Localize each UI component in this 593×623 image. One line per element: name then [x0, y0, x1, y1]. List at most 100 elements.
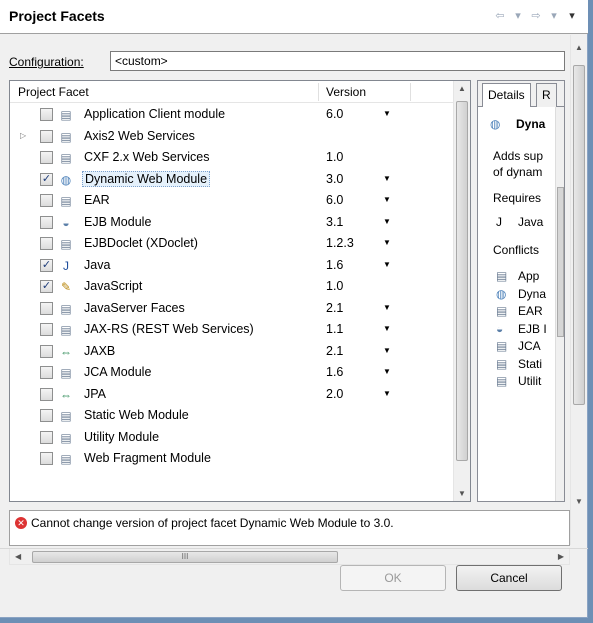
configuration-combo[interactable]: <custom>	[110, 51, 565, 71]
expand-arrow-icon[interactable]: ▷	[20, 131, 26, 140]
facet-version[interactable]: 3.0	[326, 172, 343, 186]
facets-table: Project Facet Version ▤ Application Clien…	[9, 80, 471, 502]
version-dropdown-icon[interactable]: ▼	[383, 324, 391, 333]
details-vertical-scrollbar[interactable]	[555, 107, 564, 501]
facet-checkbox[interactable]	[40, 194, 53, 207]
back-arrow-icon[interactable]: ⇦	[492, 9, 508, 23]
requires-item: Java	[518, 215, 544, 229]
facet-checkbox[interactable]	[40, 344, 53, 358]
version-dropdown-icon[interactable]: ▼	[383, 346, 391, 355]
table-row[interactable]: ▤ Application Client module 6.0 ▼	[10, 104, 455, 126]
table-row[interactable]: ▤ JAX-RS (REST Web Services) 1.1 ▼	[10, 319, 455, 341]
facet-checkbox[interactable]	[40, 151, 53, 164]
arrows-icon: ⇔	[60, 344, 72, 359]
error-message-text: Cannot change version of project facet D…	[31, 516, 394, 530]
table-row[interactable]: ▤ JavaServer Faces 2.1 ▼	[10, 298, 455, 320]
forward-arrow-icon[interactable]: ⇨	[528, 9, 544, 23]
version-dropdown-icon[interactable]: ▼	[383, 174, 391, 183]
facet-version[interactable]: 2.0	[326, 387, 343, 401]
forward-dropdown-icon[interactable]: ▾	[546, 9, 562, 23]
facet-checkbox[interactable]	[40, 237, 53, 250]
configuration-label-text: Configuration:	[9, 55, 84, 69]
facet-checkbox[interactable]	[40, 108, 53, 121]
conflict-item: EAR	[518, 304, 543, 318]
version-dropdown-icon[interactable]: ▼	[383, 367, 391, 376]
ok-button[interactable]: OK	[340, 565, 446, 591]
conflict-item: JCA	[518, 339, 541, 353]
facet-version[interactable]: 6.0	[326, 193, 343, 207]
facet-checkbox[interactable]	[40, 430, 53, 444]
cancel-button[interactable]: Cancel	[456, 565, 562, 591]
version-dropdown-icon[interactable]: ▼	[383, 260, 391, 269]
facet-version[interactable]: 3.1	[326, 215, 343, 229]
table-row[interactable]: ◒ EJB Module 3.1 ▼	[10, 212, 455, 234]
table-row[interactable]: ▤ EAR 6.0 ▼	[10, 190, 455, 212]
facets-content: Configuration: <custom> Project Facet Ve…	[0, 35, 570, 575]
table-row[interactable]: ▤ Utility Module	[10, 427, 455, 449]
facet-checkbox[interactable]	[40, 323, 53, 336]
facet-checkbox[interactable]	[40, 129, 53, 143]
column-divider[interactable]	[318, 83, 319, 101]
tab-runtimes[interactable]: R	[536, 83, 557, 107]
table-row[interactable]: ✓ ◍ Dynamic Web Module 3.0 ▼	[10, 169, 455, 191]
table-row[interactable]: ✓ ✎ JavaScript 1.0	[10, 276, 455, 298]
column-header-facet[interactable]: Project Facet	[18, 85, 89, 99]
table-row[interactable]: ✓ J Java 1.6 ▼	[10, 255, 455, 277]
table-row[interactable]: ▤ Static Web Module	[10, 405, 455, 427]
table-row[interactable]: ⇔ JAXB 2.1 ▼	[10, 341, 455, 363]
facet-checkbox[interactable]	[40, 409, 53, 422]
tab-details[interactable]: Details	[482, 83, 531, 107]
table-row[interactable]: ▤ EJBDoclet (XDoclet) 1.2.3 ▼	[10, 233, 455, 255]
facet-checkbox[interactable]: ✓	[40, 258, 53, 272]
back-dropdown-icon[interactable]: ▾	[510, 9, 526, 23]
table-vertical-scrollbar[interactable]: ▲ ▼	[453, 81, 470, 501]
facet-checkbox[interactable]: ✓	[40, 280, 53, 293]
version-dropdown-icon[interactable]: ▼	[383, 389, 391, 398]
facet-version[interactable]: 1.0	[326, 279, 343, 293]
scroll-up-icon[interactable]: ▲	[458, 84, 466, 93]
facet-checkbox[interactable]	[40, 366, 53, 379]
facet-name: JAX-RS (REST Web Services)	[84, 322, 254, 336]
page-scroll-down-icon[interactable]: ▼	[575, 497, 583, 506]
facet-checkbox[interactable]	[40, 387, 53, 401]
version-dropdown-icon[interactable]: ▼	[383, 217, 391, 226]
column-divider[interactable]	[410, 83, 411, 101]
facet-checkbox[interactable]	[40, 452, 53, 465]
version-dropdown-icon[interactable]: ▼	[383, 195, 391, 204]
facet-version[interactable]: 2.1	[326, 344, 343, 358]
scroll-down-icon[interactable]: ▼	[458, 489, 466, 498]
facet-checkbox[interactable]	[40, 301, 53, 315]
facet-version[interactable]: 1.6	[326, 258, 343, 272]
version-dropdown-icon[interactable]: ▼	[383, 109, 391, 118]
conflict-item: Dyna	[518, 286, 547, 301]
conflict-item: App	[518, 269, 540, 283]
facet-name: EJB Module	[84, 214, 152, 229]
scroll-thumb[interactable]	[456, 101, 468, 461]
table-row[interactable]: ▤ Web Fragment Module	[10, 448, 455, 470]
table-row[interactable]: ▤ CXF 2.x Web Services 1.0	[10, 147, 455, 169]
version-dropdown-icon[interactable]: ▼	[383, 238, 391, 247]
facet-version[interactable]: 1.0	[326, 150, 343, 164]
facet-version[interactable]: 1.2.3	[326, 236, 354, 250]
details-scroll-thumb[interactable]	[557, 187, 564, 337]
facet-version[interactable]: 1.1	[326, 322, 343, 336]
facet-name: Application Client module	[84, 107, 226, 121]
globe-icon: ◍	[496, 286, 507, 301]
facet-version[interactable]: 6.0	[326, 107, 343, 121]
version-dropdown-icon[interactable]: ▼	[383, 303, 391, 312]
table-row[interactable]: ⇔ JPA 2.0 ▼	[10, 384, 455, 406]
facet-version[interactable]: 1.6	[326, 365, 343, 379]
facet-checkbox[interactable]: ✓	[40, 172, 53, 186]
column-header-version[interactable]: Version	[326, 85, 366, 99]
table-row[interactable]: ▷ ▤ Axis2 Web Services	[10, 126, 455, 148]
view-menu-icon[interactable]: ▾	[564, 9, 580, 23]
page-scroll-thumb[interactable]	[573, 65, 585, 405]
facet-version[interactable]: 2.1	[326, 301, 343, 315]
page-scroll-up-icon[interactable]: ▲	[575, 43, 583, 52]
details-heading: Dyna	[516, 117, 546, 131]
facet-name: JavaScript	[84, 279, 143, 293]
table-row[interactable]: ▤ JCA Module 1.6 ▼	[10, 362, 455, 384]
page-vertical-scrollbar[interactable]: ▲ ▼	[570, 35, 587, 545]
document-icon: ▤	[496, 339, 508, 353]
facet-checkbox[interactable]	[40, 215, 53, 229]
